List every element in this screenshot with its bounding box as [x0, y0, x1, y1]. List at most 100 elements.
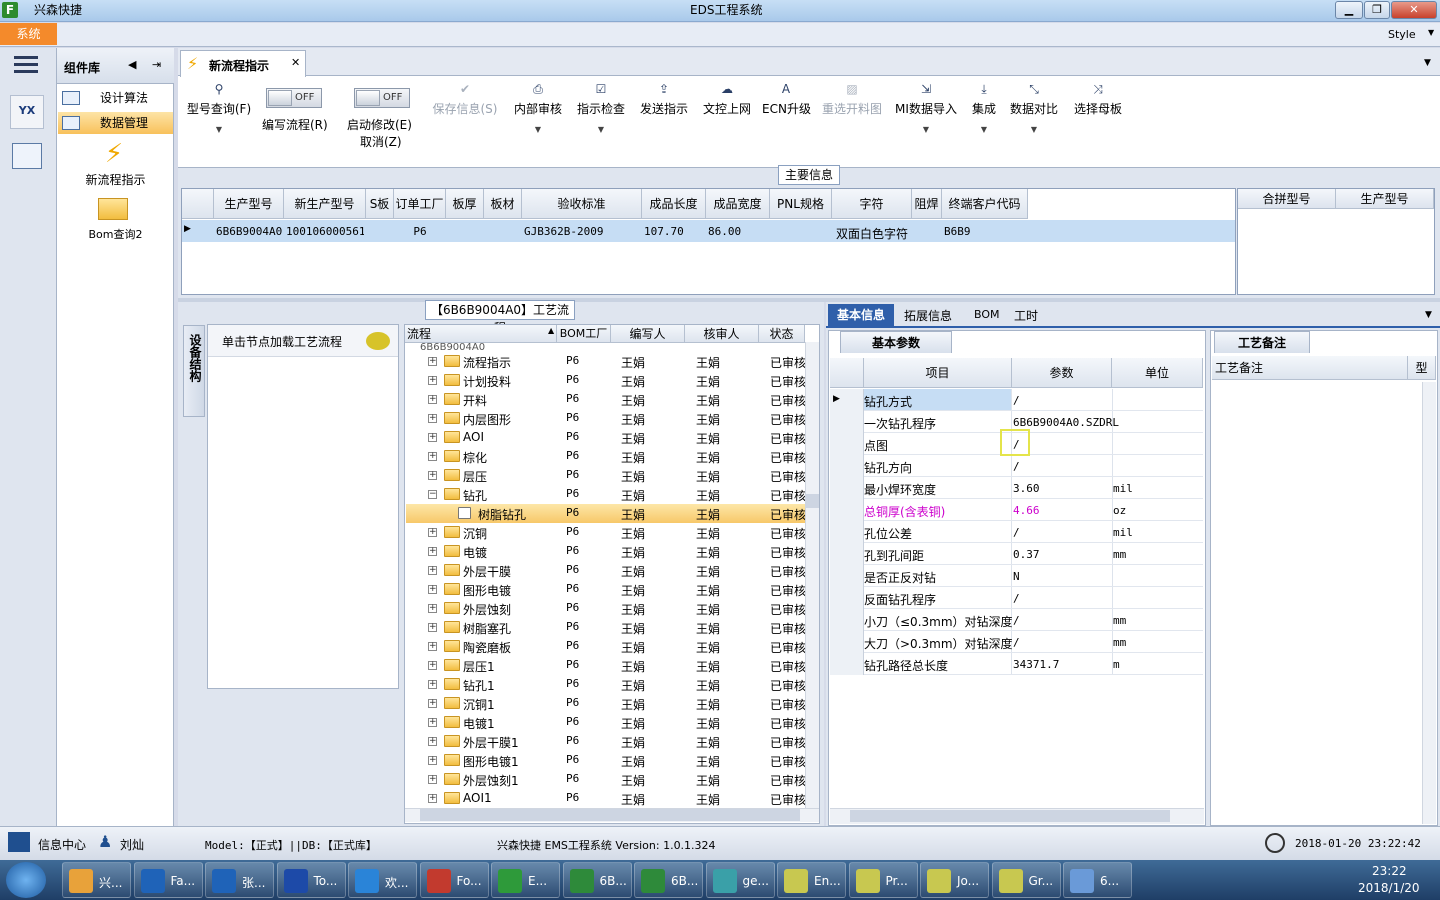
taskbar-app-button[interactable]: Pr... — [848, 862, 918, 898]
taskbar-app-button[interactable]: 6... — [1063, 862, 1132, 898]
expand-icon[interactable]: + — [428, 471, 437, 480]
windows-grid-icon[interactable] — [8, 832, 30, 852]
tree-row[interactable]: + 图形电镀1 P6 王娟 王娟 已审核 — [406, 751, 818, 770]
sidebar-item-data-management[interactable]: 数据管理 — [58, 112, 173, 134]
col-header[interactable]: PNL规格 — [770, 189, 832, 219]
expand-icon[interactable]: + — [428, 623, 437, 632]
col-header[interactable]: 板材 — [484, 189, 522, 219]
tree-row[interactable]: + 钻孔1 P6 王娟 王娟 已审核 — [406, 675, 818, 694]
expand-icon[interactable]: + — [428, 661, 437, 670]
tree-row[interactable]: + AOI1 P6 王娟 王娟 已审核 — [406, 789, 818, 808]
col-header-notes[interactable]: 工艺备注 — [1212, 356, 1408, 380]
tab-extended-info[interactable]: 拓展信息 — [904, 307, 952, 324]
param-value[interactable]: / — [1013, 592, 1020, 605]
expand-icon[interactable]: + — [428, 528, 437, 537]
toggle-switch[interactable]: OFF — [266, 88, 322, 108]
col-header[interactable]: 合拼型号 — [1238, 189, 1336, 209]
table-cell[interactable]: GJB362B-2009 — [524, 225, 640, 238]
table-row[interactable]: 总铜厚(含表铜) 4.66 oz — [830, 499, 1203, 521]
col-header-item[interactable]: 项目 — [864, 358, 1012, 388]
col-header[interactable]: 终端客户代码 — [942, 189, 1028, 219]
expand-icon[interactable]: + — [428, 547, 437, 556]
tree-row[interactable]: + 外层干膜1 P6 王娟 王娟 已审核 — [406, 732, 818, 751]
col-header[interactable]: 订单工厂 — [394, 189, 446, 219]
taskbar-app-button[interactable]: 张... — [205, 862, 274, 898]
taskbar-app-button[interactable]: ge... — [705, 862, 775, 898]
expand-icon[interactable]: + — [428, 718, 437, 727]
table-cell[interactable]: 10010600056148 — [286, 225, 364, 238]
style-chevron-down-icon[interactable]: ▼ — [1428, 28, 1434, 37]
col-header[interactable]: 板厚 — [446, 189, 484, 219]
tree-row[interactable]: + 图形电镀 P6 王娟 王娟 已审核 — [406, 580, 818, 599]
system-menu-button[interactable]: 系统 — [0, 23, 57, 45]
expand-icon[interactable]: + — [428, 395, 437, 404]
col-header[interactable]: 成品长度 — [642, 189, 706, 219]
col-header[interactable]: 新生产型号 — [284, 189, 366, 219]
expand-icon[interactable]: + — [428, 452, 437, 461]
tree-row[interactable]: + 电镀1 P6 王娟 王娟 已审核 — [406, 713, 818, 732]
tree-row[interactable]: + 内层图形 P6 王娟 王娟 已审核 — [406, 409, 818, 428]
info-center-label[interactable]: 信息中心 — [38, 836, 86, 853]
param-value[interactable]: N — [1013, 570, 1020, 583]
taskbar-app-button[interactable]: Fa... — [133, 862, 203, 898]
table-row[interactable]: 钻孔方向 / — [830, 455, 1203, 477]
sidebar-item-design-algorithm[interactable]: 设计算法 — [58, 87, 173, 109]
tab-bom[interactable]: BOM — [974, 308, 1000, 321]
factory-module-icon[interactable]: YX — [10, 95, 44, 129]
taskbar-app-button[interactable]: To... — [276, 862, 346, 898]
table-row[interactable]: 孔到孔间距 0.37 mm — [830, 543, 1203, 565]
tree-row[interactable]: + 计划投料 P6 王娟 王娟 已审核 — [406, 371, 818, 390]
tab-basic-info[interactable]: 基本信息 — [828, 304, 894, 326]
calendar-module-icon[interactable] — [12, 143, 42, 169]
param-value[interactable]: 34371.7 — [1013, 658, 1059, 671]
tab-new-process[interactable]: ⚡ 新流程指示 ✕ — [180, 50, 306, 77]
tab-work-hours[interactable]: 工时 — [1014, 307, 1038, 324]
expand-icon[interactable]: + — [428, 756, 437, 765]
table-row[interactable]: 反面钻孔程序 / — [830, 587, 1203, 609]
tree-row[interactable]: + 外层蚀刻 P6 王娟 王娟 已审核 — [406, 599, 818, 618]
col-header-param[interactable]: 参数 — [1012, 358, 1112, 388]
table-cell[interactable]: 107.70 — [644, 225, 704, 238]
tab-list-chevron-down-icon[interactable]: ▼ — [1424, 58, 1431, 68]
instruction-check-button[interactable]: ☑ 指示检查 ▼ — [574, 82, 628, 146]
param-value[interactable]: 6B6B9004A0.SZDRL — [1013, 416, 1119, 429]
mi-data-import-button[interactable]: ⇲ MI数据导入 ▼ — [894, 82, 958, 146]
taskbar-app-button[interactable]: E... — [491, 862, 560, 898]
tree-row[interactable]: 树脂钻孔 P6 王娟 王娟 已审核 — [406, 504, 818, 523]
integrate-button[interactable]: ⤓ 集成 ▼ — [966, 82, 1002, 146]
expand-icon[interactable]: + — [428, 357, 437, 366]
lightning-icon[interactable]: ⚡ — [100, 139, 128, 169]
expand-icon[interactable]: + — [428, 376, 437, 385]
taskbar-app-button[interactable]: Gr... — [991, 862, 1061, 898]
expand-icon[interactable]: + — [428, 566, 437, 575]
start-button[interactable] — [6, 862, 46, 898]
scrollbar-thumb[interactable] — [850, 810, 1170, 822]
col-header[interactable]: 成品宽度 — [706, 189, 770, 219]
expand-icon[interactable]: + — [428, 604, 437, 613]
expand-icon[interactable]: + — [428, 680, 437, 689]
table-cell[interactable]: B6B9 — [944, 225, 1026, 238]
table-row[interactable]: 钻孔路径总长度 34371.7 m — [830, 653, 1203, 675]
col-header[interactable]: 生产型号 — [1336, 189, 1434, 209]
table-row[interactable]: ▶ 钻孔方式 / — [830, 389, 1203, 411]
table-row[interactable]: 孔位公差 / mil — [830, 521, 1203, 543]
expand-icon[interactable]: + — [428, 737, 437, 746]
model-query-button[interactable]: ⚲ 型号查询(F) ▼ — [184, 82, 254, 146]
notes-vertical-scrollbar[interactable] — [1422, 382, 1436, 824]
col-header[interactable]: 核审人 — [685, 325, 759, 343]
expand-icon[interactable]: − — [428, 490, 437, 499]
minimize-button[interactable]: ▁ — [1335, 1, 1363, 19]
scrollbar-thumb[interactable] — [805, 494, 819, 508]
doc-control-online-button[interactable]: ☁ 文控上网 — [700, 82, 754, 146]
equipment-structure-tab[interactable]: 设备结构 — [183, 325, 205, 417]
col-header-type[interactable]: 型 — [1408, 356, 1436, 380]
expand-icon[interactable]: + — [428, 642, 437, 651]
expand-icon[interactable]: + — [428, 414, 437, 423]
taskbar-app-button[interactable]: En... — [777, 862, 846, 898]
collapse-left-icon[interactable]: ◀ — [128, 58, 136, 71]
table-row[interactable]: 小刀（≤0.3mm）对钻深度 / mm — [830, 609, 1203, 631]
detail-tabs-chevron-down-icon[interactable]: ▼ — [1425, 310, 1432, 320]
reselect-cutting-chart-button[interactable]: ▨ 重选开料图 — [820, 82, 884, 146]
tree-row[interactable]: + 电镀 P6 王娟 王娟 已审核 — [406, 542, 818, 561]
expand-icon[interactable]: + — [428, 794, 437, 803]
